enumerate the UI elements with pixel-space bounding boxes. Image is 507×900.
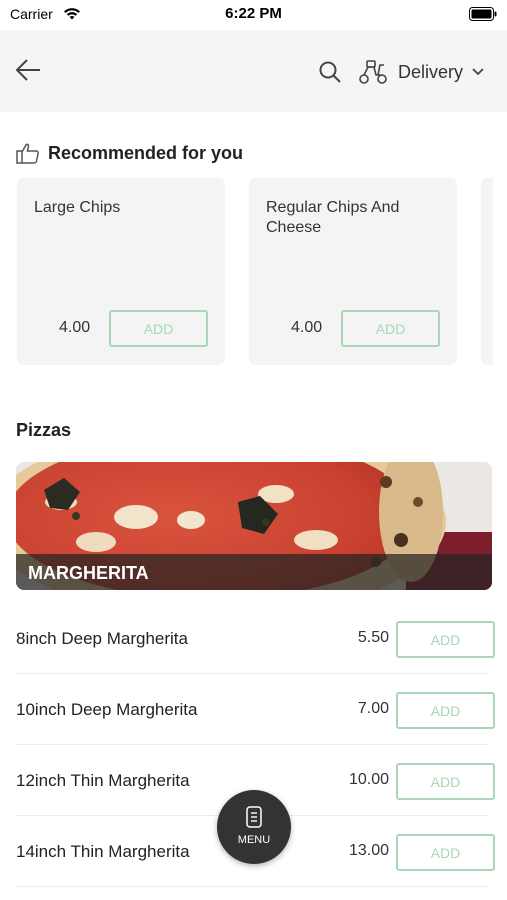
delivery-label: Delivery — [398, 61, 464, 82]
recommended-item-price: 4.00 — [59, 319, 91, 336]
product-price: 7.00 — [357, 700, 389, 717]
add-button[interactable]: ADD — [396, 692, 495, 729]
thumbs-up-icon — [16, 143, 39, 164]
divider — [16, 886, 489, 887]
product-price: 5.50 — [357, 629, 389, 646]
clock: 6:22 PM — [225, 5, 282, 22]
product-name: 10inch Deep Margherita — [16, 700, 198, 719]
recommended-item-price: 4.00 — [291, 319, 323, 336]
add-button[interactable]: ADD — [396, 763, 495, 800]
banner-label: MARGHERITA — [28, 563, 149, 583]
add-button[interactable]: ADD — [396, 621, 495, 658]
recommended-heading: Recommended for you — [16, 142, 243, 164]
recommended-card-partial[interactable] — [481, 178, 493, 365]
recommended-card[interactable]: Regular Chips And Cheese 4.00 ADD — [249, 178, 457, 365]
product-name: 14inch Thin Margherita — [16, 842, 190, 861]
product-price: 13.00 — [348, 842, 389, 859]
product-row[interactable]: 10inch Deep Margherita 7.00 ADD — [0, 674, 507, 745]
recommended-item-name: Large Chips — [34, 199, 121, 216]
category-banner[interactable]: MARGHERITA — [16, 462, 492, 590]
delivery-mode-selector[interactable]: Delivery — [358, 56, 485, 88]
search-icon[interactable] — [318, 60, 342, 84]
scooter-icon — [359, 60, 387, 84]
add-button[interactable]: ADD — [341, 310, 440, 347]
recommended-item-name: Regular Chips And Cheese — [266, 199, 400, 236]
product-price: 10.00 — [348, 771, 389, 788]
product-name: 8inch Deep Margherita — [16, 629, 188, 648]
menu-label: MENU — [237, 834, 271, 846]
add-button[interactable]: ADD — [109, 310, 208, 347]
product-name: 12inch Thin Margherita — [16, 771, 190, 790]
menu-button[interactable]: MENU — [217, 790, 291, 864]
recommended-card[interactable]: Large Chips 4.00 ADD — [17, 178, 225, 365]
add-button[interactable]: ADD — [396, 834, 495, 871]
app-header: Delivery — [0, 30, 507, 112]
status-bar: Carrier 6:22 PM — [0, 0, 507, 30]
chevron-down-icon — [472, 68, 484, 76]
back-arrow-icon[interactable] — [14, 58, 42, 82]
recommended-title: Recommended for you — [48, 142, 244, 163]
battery-icon — [469, 7, 497, 21]
recommended-carousel[interactable]: Large Chips 4.00 ADD Regular Chips And C… — [0, 178, 493, 366]
menu-book-icon — [246, 806, 262, 828]
product-row[interactable]: 8inch Deep Margherita 5.50 ADD — [0, 603, 507, 674]
category-title: Pizzas — [16, 420, 72, 440]
